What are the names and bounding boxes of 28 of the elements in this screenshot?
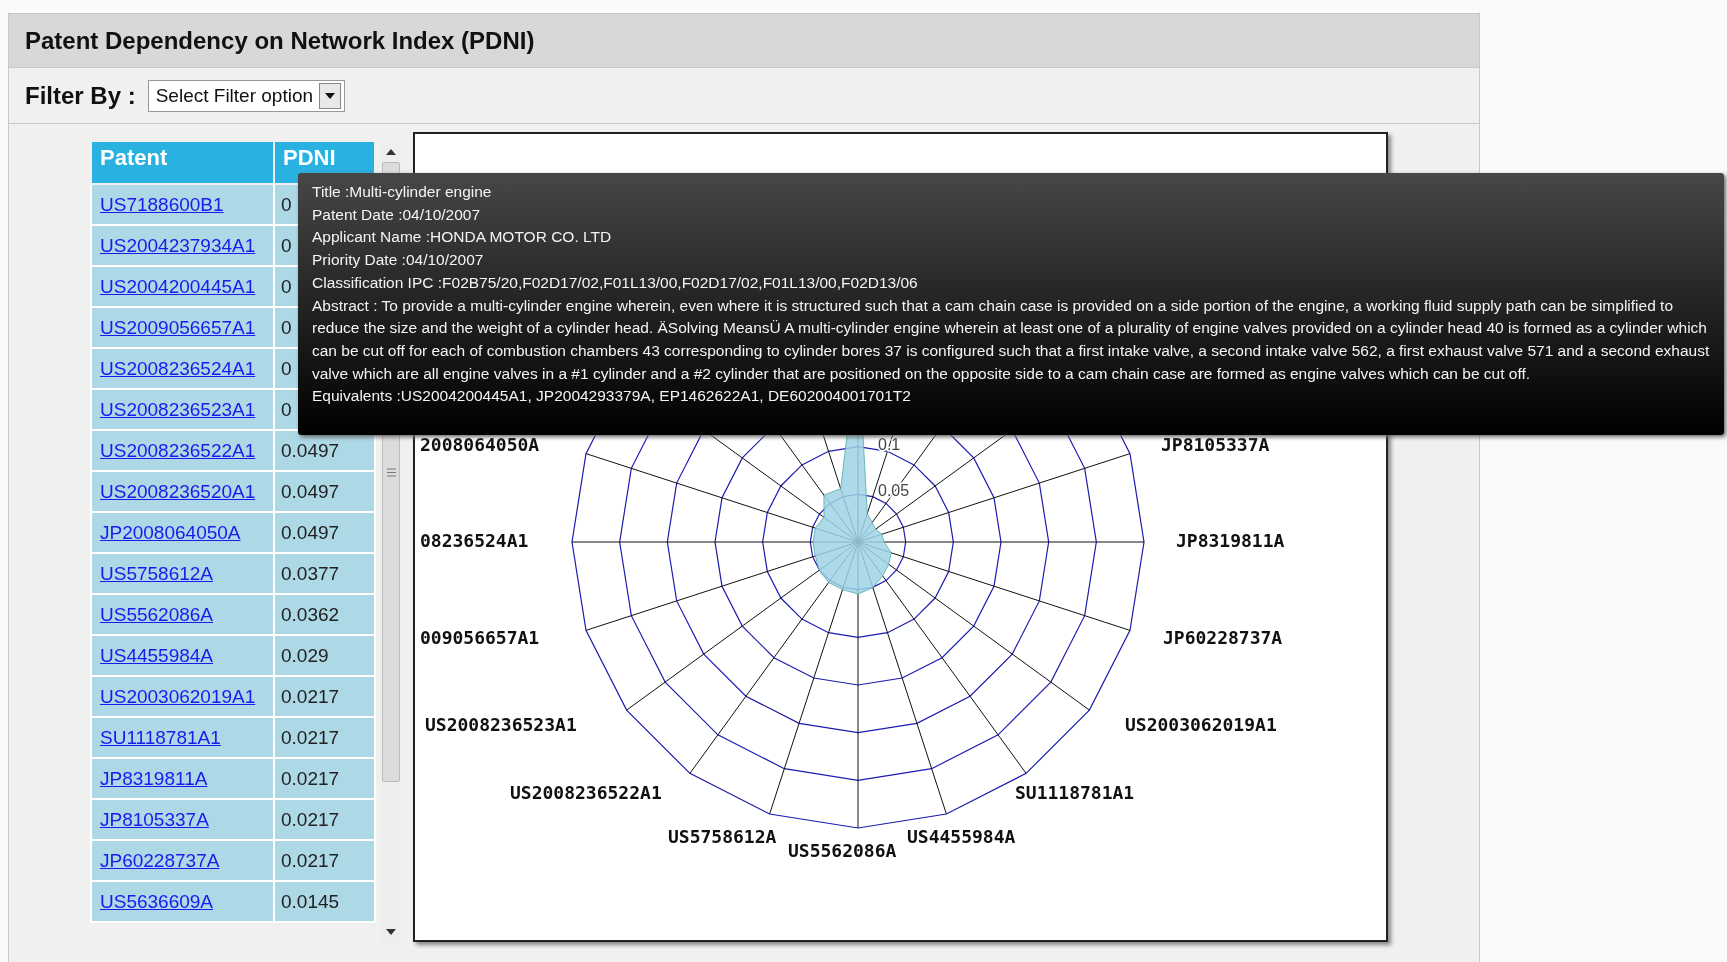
column-header: Patent — [91, 142, 274, 184]
axis-label: US2008236522A1 — [510, 782, 662, 803]
pdni-cell: 0.0217 — [274, 840, 375, 881]
pdni-cell: 0.0362 — [274, 594, 375, 635]
axis-label: SU1118781A1 — [1015, 782, 1135, 803]
pdni-cell: 0.0217 — [274, 676, 375, 717]
axis-label: US5562086A — [788, 840, 897, 861]
axis-label: 08236524A1 — [420, 530, 529, 551]
pdni-cell: 0.0377 — [274, 553, 375, 594]
axis-label: JP8105337A — [1161, 434, 1270, 455]
axis-label: JP8319811A — [1176, 530, 1285, 551]
axis-label: US2008236523A1 — [425, 714, 577, 735]
filter-dropdown[interactable]: Select Filter option — [147, 79, 346, 112]
pdni-cell: 0.0217 — [274, 799, 375, 840]
axis-label: US5758612A — [668, 826, 777, 847]
axis-label: US2003062019A1 — [1125, 714, 1277, 735]
pdni-cell: 0.0497 — [274, 512, 375, 553]
filter-label: Filter By : — [25, 81, 136, 110]
axis-label: 2008064050A — [420, 434, 540, 455]
pdni-cell: 0.0217 — [274, 717, 375, 758]
axis-label: 009056657A1 — [420, 627, 540, 648]
page-title: Patent Dependency on Network Index (PDNI) — [25, 26, 535, 55]
pdni-cell: 0.0145 — [274, 881, 375, 922]
axis-label: JP60228737A — [1163, 627, 1283, 648]
pdni-cell: 0.029 — [274, 635, 375, 676]
pdni-cell: 0.0217 — [274, 758, 375, 799]
axis-label: US4455984A — [907, 826, 1016, 847]
pdni-cell: 0.0497 — [274, 471, 375, 512]
